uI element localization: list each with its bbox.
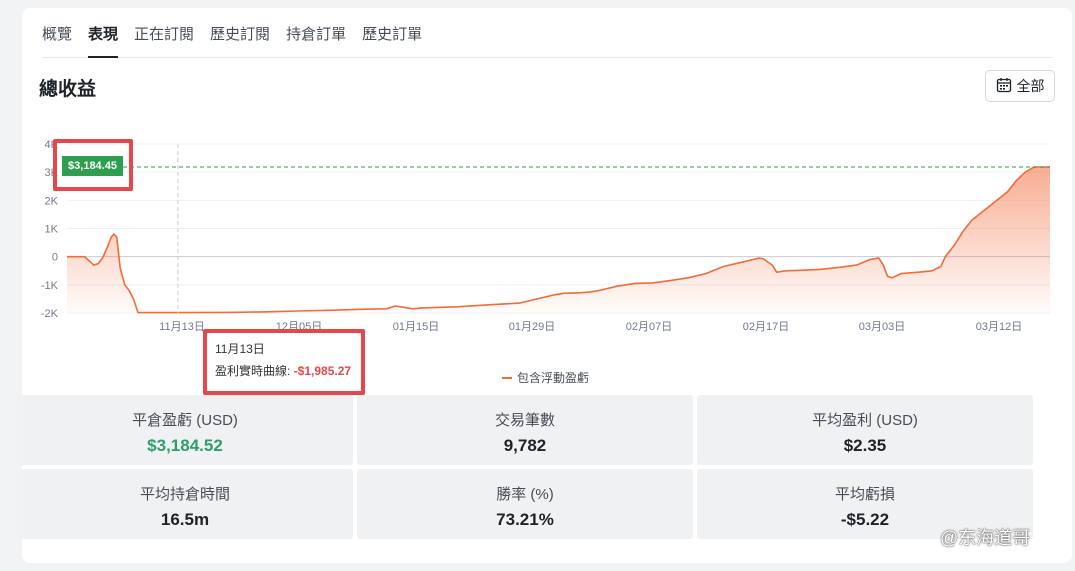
x-tick-label: 11月13日 bbox=[159, 321, 205, 333]
pnl-chart: 4K3K2K1K0-1K-2K11月13日 12月05日 01月15日 01月29日 0… bbox=[41, 139, 1050, 333]
x-tick-label: 03月12日 bbox=[976, 321, 1022, 333]
stat-win-rate: 勝率 (%) 73.21% bbox=[357, 469, 693, 539]
x-tick-label: 03月03日 bbox=[859, 321, 905, 333]
stat-label: 平均虧損 bbox=[834, 486, 895, 503]
y-tick-label: -1K bbox=[41, 280, 59, 292]
x-tick-label: 02月17日 bbox=[743, 321, 789, 333]
stat-avg-hold-time: 平均持倉時間 16.5m bbox=[17, 469, 353, 539]
stat-label: 平均持倉時間 bbox=[139, 486, 230, 503]
stat-value: 73.21% bbox=[496, 510, 554, 529]
value-tag-highlight bbox=[53, 139, 133, 191]
x-tick-label: 01月15日 bbox=[393, 321, 439, 333]
x-tick-label: 02月07日 bbox=[626, 321, 672, 333]
y-tick-label: 1K bbox=[45, 224, 59, 236]
stat-value: $3,184.52 bbox=[147, 436, 223, 455]
y-tick-label: -2K bbox=[41, 308, 59, 320]
stat-value: 9,782 bbox=[503, 436, 547, 455]
stat-label: 平倉盈虧 (USD) bbox=[132, 412, 238, 429]
stat-label: 勝率 (%) bbox=[496, 486, 554, 503]
chart-legend[interactable]: 包含浮動盈虧 bbox=[502, 369, 589, 386]
stat-value: 16.5m bbox=[160, 510, 210, 529]
pnl-area-fill bbox=[67, 167, 1050, 313]
y-tick-label: 0 bbox=[52, 252, 58, 264]
stat-label: 交易筆數 bbox=[494, 412, 555, 429]
stats-grid: 平倉盈虧 (USD) $3,184.52 交易筆數 9,782 平均盈利 (US… bbox=[17, 395, 1033, 539]
y-tick-label: 2K bbox=[45, 195, 59, 207]
watermark: @东海道哥 bbox=[940, 528, 1031, 548]
stat-value: $2.35 bbox=[843, 436, 887, 455]
x-tick-label: 01月29日 bbox=[509, 321, 555, 333]
tooltip-highlight bbox=[203, 329, 365, 395]
stat-avg-profit: 平均盈利 (USD) $2.35 bbox=[697, 395, 1033, 465]
stat-label: 平均盈利 (USD) bbox=[812, 412, 918, 429]
stat-trade-count: 交易筆數 9,782 bbox=[357, 395, 693, 465]
legend-label: 包含浮動盈虧 bbox=[517, 371, 590, 385]
legend-swatch bbox=[502, 376, 512, 379]
stat-closed-pnl: 平倉盈虧 (USD) $3,184.52 bbox=[17, 395, 353, 465]
